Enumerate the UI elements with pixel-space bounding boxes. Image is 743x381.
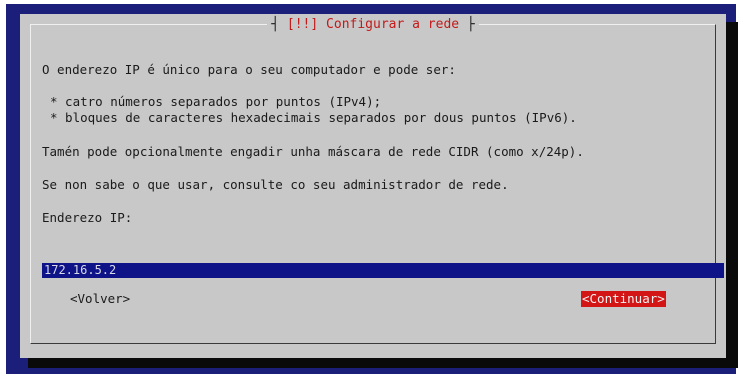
intro-text: O enderezo IP é único para o seu computa… [42, 62, 456, 77]
title-right-bracket-icon: ├ [459, 17, 475, 32]
admin-text: Se non sabe o que usar, consulte co seu … [42, 177, 509, 192]
continue-button[interactable]: <Continuar> [581, 291, 666, 307]
back-button[interactable]: <Volver> [70, 291, 130, 307]
title-left-bracket-icon: ┤ [271, 17, 287, 32]
bullet-ipv4: * catro números separados por puntos (IP… [50, 94, 382, 109]
ip-address-input[interactable]: 172.16.5.2 [42, 263, 724, 278]
network-config-dialog: ┤ [!!] Configurar a rede ├ O enderezo IP… [20, 14, 726, 358]
bullet-ipv6: * bloques de caracteres hexadecimais sep… [50, 110, 577, 125]
dialog-title: [!!] Configurar a rede [286, 17, 460, 32]
cidr-text: Tamén pode opcionalmente engadir unha má… [42, 144, 584, 159]
ip-field-label: Enderezo IP: [42, 210, 133, 225]
dialog-title-wrap: ┤ [!!] Configurar a rede ├ [267, 17, 479, 32]
installer-screen: ┤ [!!] Configurar a rede ├ O enderezo IP… [6, 4, 738, 374]
dialog-title-bar: ┤ [!!] Configurar a rede ├ [20, 17, 726, 33]
